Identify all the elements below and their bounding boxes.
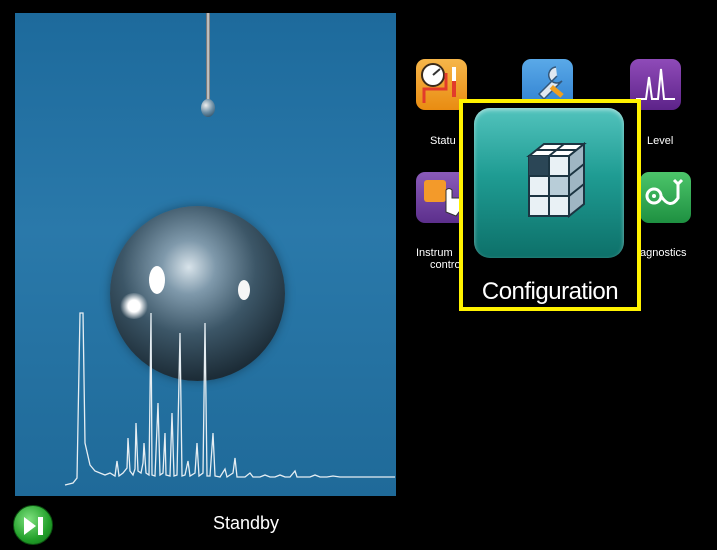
status-tile-label: Statu (430, 135, 456, 147)
sphere-highlight (149, 266, 165, 294)
syringe-needle (206, 13, 210, 103)
instrument-status-text: Standby (213, 513, 280, 533)
play-pause-icon (24, 517, 43, 535)
configuration-tile[interactable] (474, 108, 624, 258)
level-tile-label: Level (647, 135, 674, 147)
diagnostics-tile-label: agnostics (640, 247, 687, 259)
diagnostics-tile[interactable] (640, 172, 691, 223)
chromatogram-graphic (64, 312, 395, 486)
instrument-label-line1: Instrum (416, 247, 453, 259)
status-bar (0, 500, 717, 550)
start-run-button[interactable] (13, 505, 53, 545)
droplet (201, 99, 215, 117)
configuration-label: Configuration (481, 278, 619, 305)
splash-image (15, 13, 396, 496)
instrument-label-line2: contro (430, 259, 461, 271)
diagnostics-stethoscope-icon (645, 178, 684, 205)
configuration-cube-icon (526, 141, 587, 219)
